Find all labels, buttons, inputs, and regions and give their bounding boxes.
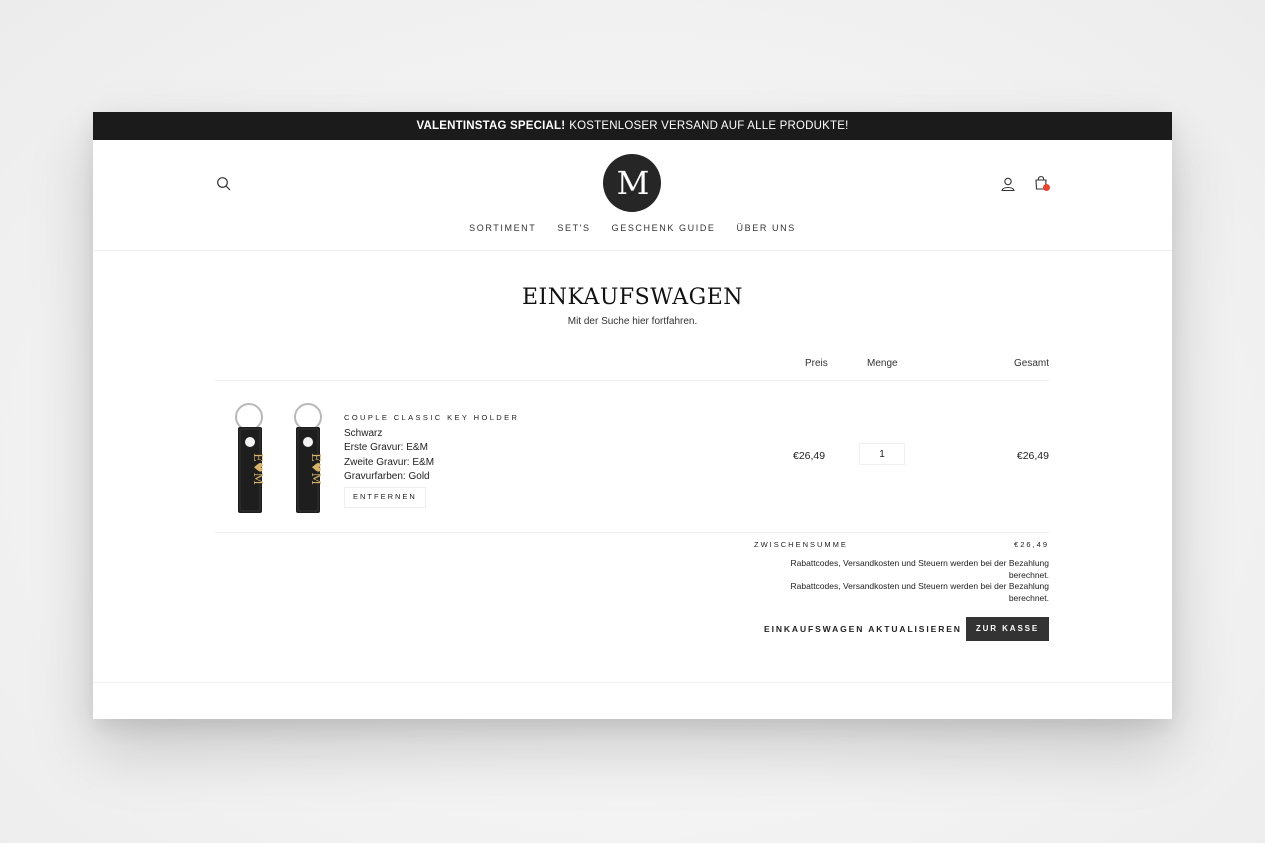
subtotal-label: ZWISCHENSUMME	[754, 540, 848, 549]
cart-summary: ZWISCHENSUMME €26,49 Rabattcodes, Versan…	[754, 540, 1049, 641]
engraving-left: E♥M	[251, 453, 265, 485]
product-title[interactable]: COUPLE CLASSIC KEY HOLDER	[344, 411, 519, 426]
search-button[interactable]	[216, 176, 232, 192]
page-subtitle: Mit der Suche hier fortfahren.	[567, 316, 698, 327]
header-price: Preis	[805, 358, 828, 369]
subtotal-row: ZWISCHENSUMME €26,49	[754, 540, 1049, 556]
update-cart-button[interactable]: EINKAUFSWAGEN AKTUALISIEREN	[754, 617, 972, 641]
page: VALENTINSTAG SPECIAL! KOSTENLOSER VERSAN…	[93, 112, 1172, 719]
table-header: Preis Menge Gesamt	[215, 356, 1049, 381]
product-engraving-2: Zweite Gravur: E&M	[344, 456, 435, 468]
header: M SORTIMENT SET'S GESCHENK GUIDE ÜBER UN…	[93, 140, 1172, 251]
item-total: €26,49	[1016, 450, 1049, 462]
search-icon	[217, 177, 231, 191]
subtotal-value: €26,49	[1014, 540, 1049, 549]
nav-item-geschenk-guide[interactable]: GESCHENK GUIDE	[612, 223, 716, 233]
header-total: Gesamt	[1013, 358, 1049, 369]
nav-item-ueber-uns[interactable]: ÜBER UNS	[737, 223, 796, 233]
checkout-note-1: Rabattcodes, Versandkosten und Steuern w…	[790, 558, 1049, 580]
announcement-text: KOSTENLOSER VERSAND AUF ALLE PRODUKTE!	[569, 120, 849, 132]
cart-button[interactable]	[1033, 174, 1051, 192]
cart-actions: EINKAUFSWAGEN AKTUALISIEREN ZUR KASSE	[754, 617, 1049, 641]
checkout-button[interactable]: ZUR KASSE	[966, 617, 1049, 641]
logo-text: M	[616, 164, 650, 202]
item-price: €26,49	[793, 450, 826, 462]
user-icon	[1001, 177, 1015, 192]
product-engraving-color: Gravurfarben: Gold	[344, 471, 430, 483]
nav-item-sets[interactable]: SET'S	[557, 223, 590, 233]
checkout-note-2: Rabattcodes, Versandkosten und Steuern w…	[790, 581, 1049, 603]
header-qty: Menge	[867, 358, 898, 369]
cart-table: Preis Menge Gesamt E♥M E♥M COUPLE CLASSI…	[215, 356, 1049, 533]
cart-badge	[1043, 184, 1050, 191]
page-title: EINKAUFSWAGEN	[521, 285, 744, 310]
quantity-input[interactable]	[859, 443, 905, 465]
logo[interactable]: M	[603, 154, 661, 212]
footer-divider	[93, 682, 1172, 683]
product-info: COUPLE CLASSIC KEY HOLDER Schwarz Erste …	[344, 411, 519, 508]
product-image[interactable]: E♥M E♥M	[225, 399, 335, 517]
title-section: EINKAUFSWAGEN Mit der Suche hier fortfah…	[93, 285, 1172, 327]
engraving-right: E♥M	[309, 453, 323, 485]
nav-item-sortiment[interactable]: SORTIMENT	[469, 223, 536, 233]
cart-item-row: E♥M E♥M COUPLE CLASSIC KEY HOLDER Schwar…	[215, 381, 1049, 533]
product-engraving-1: Erste Gravur: E&M	[344, 442, 428, 454]
main-nav: SORTIMENT SET'S GESCHENK GUIDE ÜBER UNS	[93, 223, 1172, 233]
announcement-bar: VALENTINSTAG SPECIAL! KOSTENLOSER VERSAN…	[93, 112, 1172, 140]
account-button[interactable]	[1000, 176, 1016, 192]
announcement-bold: VALENTINSTAG SPECIAL!	[416, 120, 566, 132]
remove-button[interactable]: ENTFERNEN	[344, 486, 426, 508]
product-variant: Schwarz	[344, 427, 383, 439]
